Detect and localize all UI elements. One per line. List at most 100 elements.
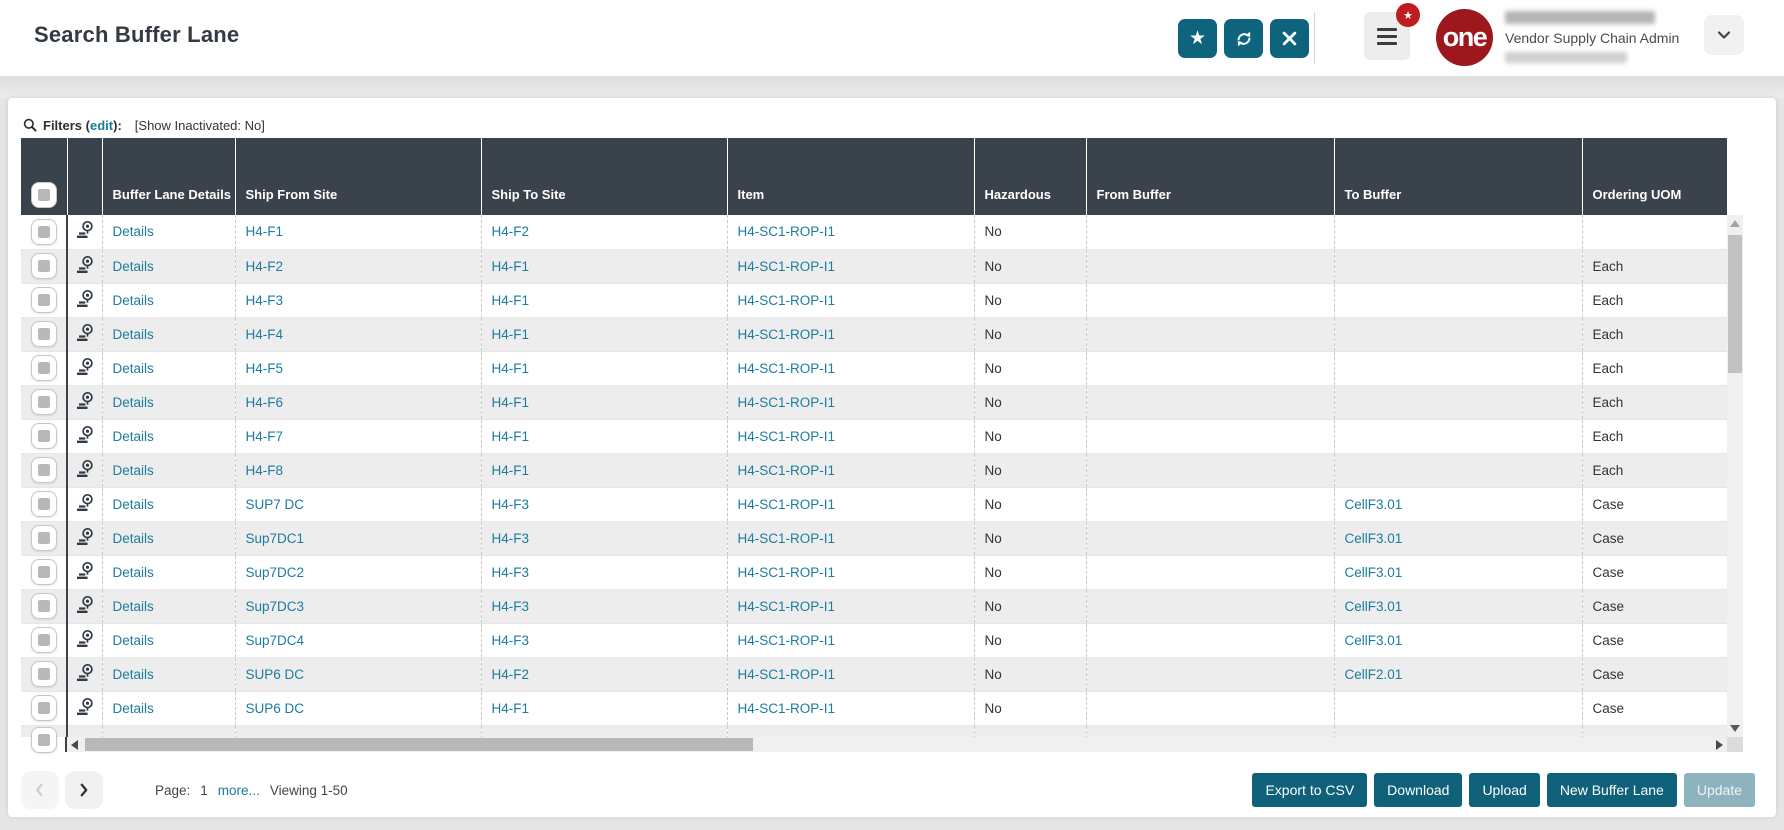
refresh-button[interactable] [1224, 19, 1263, 58]
next-page-button[interactable] [65, 771, 103, 809]
row-checkbox[interactable] [31, 491, 57, 517]
row-checkbox[interactable] [31, 355, 57, 381]
previous-page-button[interactable] [21, 771, 59, 809]
item-link[interactable]: H4-SC1-ROP-I1 [738, 224, 836, 239]
scroll-left-arrow-icon[interactable] [71, 740, 78, 750]
item-link[interactable]: H4-SC1-ROP-I1 [738, 701, 836, 716]
scroll-right-arrow-icon[interactable] [1716, 740, 1723, 750]
buffer-lane-details-link[interactable]: Details [113, 633, 154, 648]
row-checkbox[interactable] [31, 661, 57, 687]
buffer-lane-details-link[interactable]: Details [113, 259, 154, 274]
item-link[interactable]: H4-SC1-ROP-I1 [738, 667, 836, 682]
row-checkbox[interactable] [31, 727, 57, 753]
ship-from-site-link[interactable]: H4-F8 [246, 463, 284, 478]
column-header-item[interactable]: Item [727, 138, 974, 215]
ship-to-site-link[interactable]: H4-F1 [492, 463, 530, 478]
ship-to-site-link[interactable]: H4-F1 [492, 701, 530, 716]
row-checkbox[interactable] [31, 321, 57, 347]
buffer-lane-details-link[interactable]: Details [113, 293, 154, 308]
ship-to-site-link[interactable]: H4-F1 [492, 259, 530, 274]
close-button[interactable] [1270, 19, 1309, 58]
to-buffer-link[interactable]: CellF3.01 [1345, 497, 1403, 512]
to-buffer-link[interactable]: CellF2.01 [1345, 667, 1403, 682]
buffer-lane-details-link[interactable]: Details [113, 224, 154, 239]
buffer-lane-details-link[interactable]: Details [113, 463, 154, 478]
scroll-down-arrow-icon[interactable] [1730, 725, 1740, 732]
buffer-lane-details-link[interactable]: Details [113, 497, 154, 512]
ship-from-site-link[interactable]: SUP6 DC [246, 667, 305, 682]
download-button[interactable]: Download [1374, 773, 1462, 807]
ship-from-site-link[interactable]: Sup7DC1 [246, 531, 305, 546]
row-checkbox[interactable] [31, 389, 57, 415]
ship-to-site-link[interactable]: H4-F3 [492, 531, 530, 546]
ship-to-site-link[interactable]: H4-F3 [492, 565, 530, 580]
buffer-lane-details-link[interactable]: Details [113, 531, 154, 546]
one-network-logo[interactable]: one [1436, 9, 1493, 66]
new-buffer-lane-button[interactable]: New Buffer Lane [1547, 773, 1677, 807]
upload-button[interactable]: Upload [1469, 773, 1539, 807]
ship-from-site-link[interactable]: Sup7DC2 [246, 565, 305, 580]
ship-from-site-link[interactable]: Sup7DC3 [246, 599, 305, 614]
column-header-to-buffer[interactable]: To Buffer [1334, 138, 1582, 215]
column-header-hazardous[interactable]: Hazardous [974, 138, 1086, 215]
row-checkbox[interactable] [31, 695, 57, 721]
ship-from-site-link[interactable]: Sup7DC4 [246, 633, 305, 648]
item-link[interactable]: H4-SC1-ROP-I1 [738, 361, 836, 376]
vertical-scrollbar-thumb[interactable] [1728, 235, 1742, 373]
ship-from-site-link[interactable]: H4-F6 [246, 395, 284, 410]
ship-to-site-link[interactable]: H4-F1 [492, 361, 530, 376]
ship-from-site-link[interactable]: SUP6 DC [246, 701, 305, 716]
ship-to-site-link[interactable]: H4-F2 [492, 667, 530, 682]
favorite-button[interactable]: ★ [1178, 19, 1217, 58]
ship-from-site-link[interactable]: H4-F4 [246, 327, 284, 342]
buffer-lane-details-link[interactable]: Details [113, 361, 154, 376]
ship-from-site-link[interactable]: SUP7 DC [246, 497, 305, 512]
select-all-checkbox[interactable] [31, 182, 57, 208]
buffer-lane-details-link[interactable]: Details [113, 599, 154, 614]
column-header-from-buffer[interactable]: From Buffer [1086, 138, 1334, 215]
horizontal-scrollbar-thumb[interactable] [85, 738, 753, 751]
row-checkbox[interactable] [31, 525, 57, 551]
item-link[interactable]: H4-SC1-ROP-I1 [738, 293, 836, 308]
more-pages-link[interactable]: more... [218, 783, 260, 798]
row-checkbox[interactable] [31, 253, 57, 279]
horizontal-scrollbar[interactable] [67, 737, 1727, 752]
row-checkbox[interactable] [31, 593, 57, 619]
item-link[interactable]: H4-SC1-ROP-I1 [738, 259, 836, 274]
ship-to-site-link[interactable]: H4-F3 [492, 599, 530, 614]
item-link[interactable]: H4-SC1-ROP-I1 [738, 531, 836, 546]
column-header-ship-to-site[interactable]: Ship To Site [481, 138, 727, 215]
ship-to-site-link[interactable]: H4-F2 [492, 224, 530, 239]
to-buffer-link[interactable]: CellF3.01 [1345, 599, 1403, 614]
buffer-lane-details-link[interactable]: Details [113, 429, 154, 444]
user-info-block[interactable]: Vendor Supply Chain Admin [1505, 11, 1685, 63]
item-link[interactable]: H4-SC1-ROP-I1 [738, 395, 836, 410]
filters-edit-link[interactable]: edit [90, 118, 113, 133]
item-link[interactable]: H4-SC1-ROP-I1 [738, 463, 836, 478]
ship-to-site-link[interactable]: H4-F1 [492, 429, 530, 444]
ship-from-site-link[interactable]: H4-F3 [246, 293, 284, 308]
row-checkbox[interactable] [31, 559, 57, 585]
row-checkbox[interactable] [31, 457, 57, 483]
row-checkbox[interactable] [31, 287, 57, 313]
vertical-scrollbar[interactable] [1727, 215, 1743, 737]
column-header-buffer-lane-details[interactable]: Buffer Lane Details [102, 138, 235, 215]
ship-to-site-link[interactable]: H4-F1 [492, 327, 530, 342]
ship-from-site-link[interactable]: H4-F7 [246, 429, 284, 444]
item-link[interactable]: H4-SC1-ROP-I1 [738, 633, 836, 648]
row-checkbox[interactable] [31, 219, 57, 245]
buffer-lane-details-link[interactable]: Details [113, 667, 154, 682]
row-checkbox[interactable] [31, 627, 57, 653]
user-menu-chevron-button[interactable] [1704, 15, 1744, 55]
to-buffer-link[interactable]: CellF3.01 [1345, 633, 1403, 648]
item-link[interactable]: H4-SC1-ROP-I1 [738, 565, 836, 580]
to-buffer-link[interactable]: CellF3.01 [1345, 565, 1403, 580]
item-link[interactable]: H4-SC1-ROP-I1 [738, 327, 836, 342]
ship-to-site-link[interactable]: H4-F3 [492, 633, 530, 648]
item-link[interactable]: H4-SC1-ROP-I1 [738, 599, 836, 614]
ship-from-site-link[interactable]: H4-F1 [246, 224, 284, 239]
export-to-csv-button[interactable]: Export to CSV [1252, 773, 1367, 807]
item-link[interactable]: H4-SC1-ROP-I1 [738, 497, 836, 512]
column-header-ordering-uom[interactable]: Ordering UOM [1582, 138, 1727, 215]
ship-to-site-link[interactable]: H4-F1 [492, 293, 530, 308]
